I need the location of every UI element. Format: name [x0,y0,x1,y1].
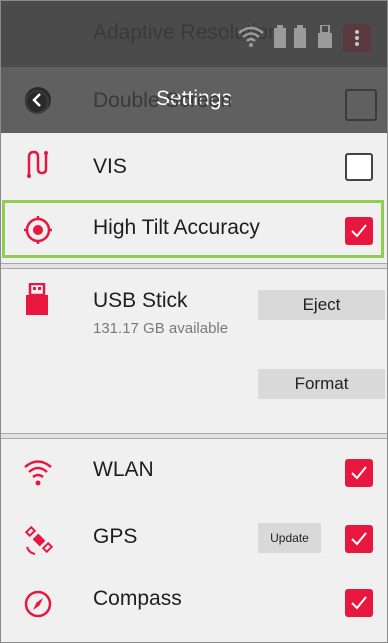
compass-icon [24,590,52,618]
battery-2-icon [294,25,306,48]
section-divider-2 [1,433,387,439]
settings-row-high-tilt[interactable]: High Tilt Accuracy [1,203,387,255]
background-circle [25,90,49,114]
settings-row-wlan[interactable]: WLAN [1,447,387,499]
usb-label: USB Stick [93,289,188,312]
wlan-label: WLAN [93,458,154,481]
section-divider [1,263,387,269]
usb-stick-icon [26,283,48,315]
check-icon [351,596,367,610]
satellite-icon [24,525,54,555]
settings-row-compass[interactable]: Compass [1,577,387,629]
wlan-checkbox[interactable] [345,459,373,487]
target-icon [24,216,52,244]
compass-checkbox[interactable] [345,589,373,617]
wifi-status-icon [238,26,264,47]
vis-checkbox[interactable] [345,153,373,181]
battery-1-icon [274,25,286,48]
settings-row-vis[interactable]: VIS [1,143,387,191]
app-frame: Adaptive Resolution Settings Double Scre… [0,0,388,643]
wifi-icon [24,460,52,486]
vis-label: VIS [93,155,127,178]
background-row-text-2: Double Screen [93,89,232,112]
settings-row-usb: USB Stick 131.17 GB available Eject Form… [1,273,387,423]
settings-row-gps[interactable]: GPS Update [1,513,387,565]
gps-checkbox[interactable] [345,525,373,553]
high-tilt-label: High Tilt Accuracy [93,216,260,239]
eject-button[interactable]: Eject [258,290,385,320]
check-icon [351,466,367,480]
format-button[interactable]: Format [258,369,385,399]
overflow-menu-icon[interactable] [343,24,371,52]
usb-available-text: 131.17 GB available [93,320,229,337]
compass-label: Compass [93,587,182,610]
check-icon [351,224,367,238]
gps-update-button[interactable]: Update [258,523,321,553]
vis-path-icon [27,150,48,178]
high-tilt-checkbox[interactable] [345,217,373,245]
check-icon [351,532,367,546]
usb-status-icon [318,25,332,48]
background-checkbox [345,89,377,121]
gps-label: GPS [93,525,138,548]
